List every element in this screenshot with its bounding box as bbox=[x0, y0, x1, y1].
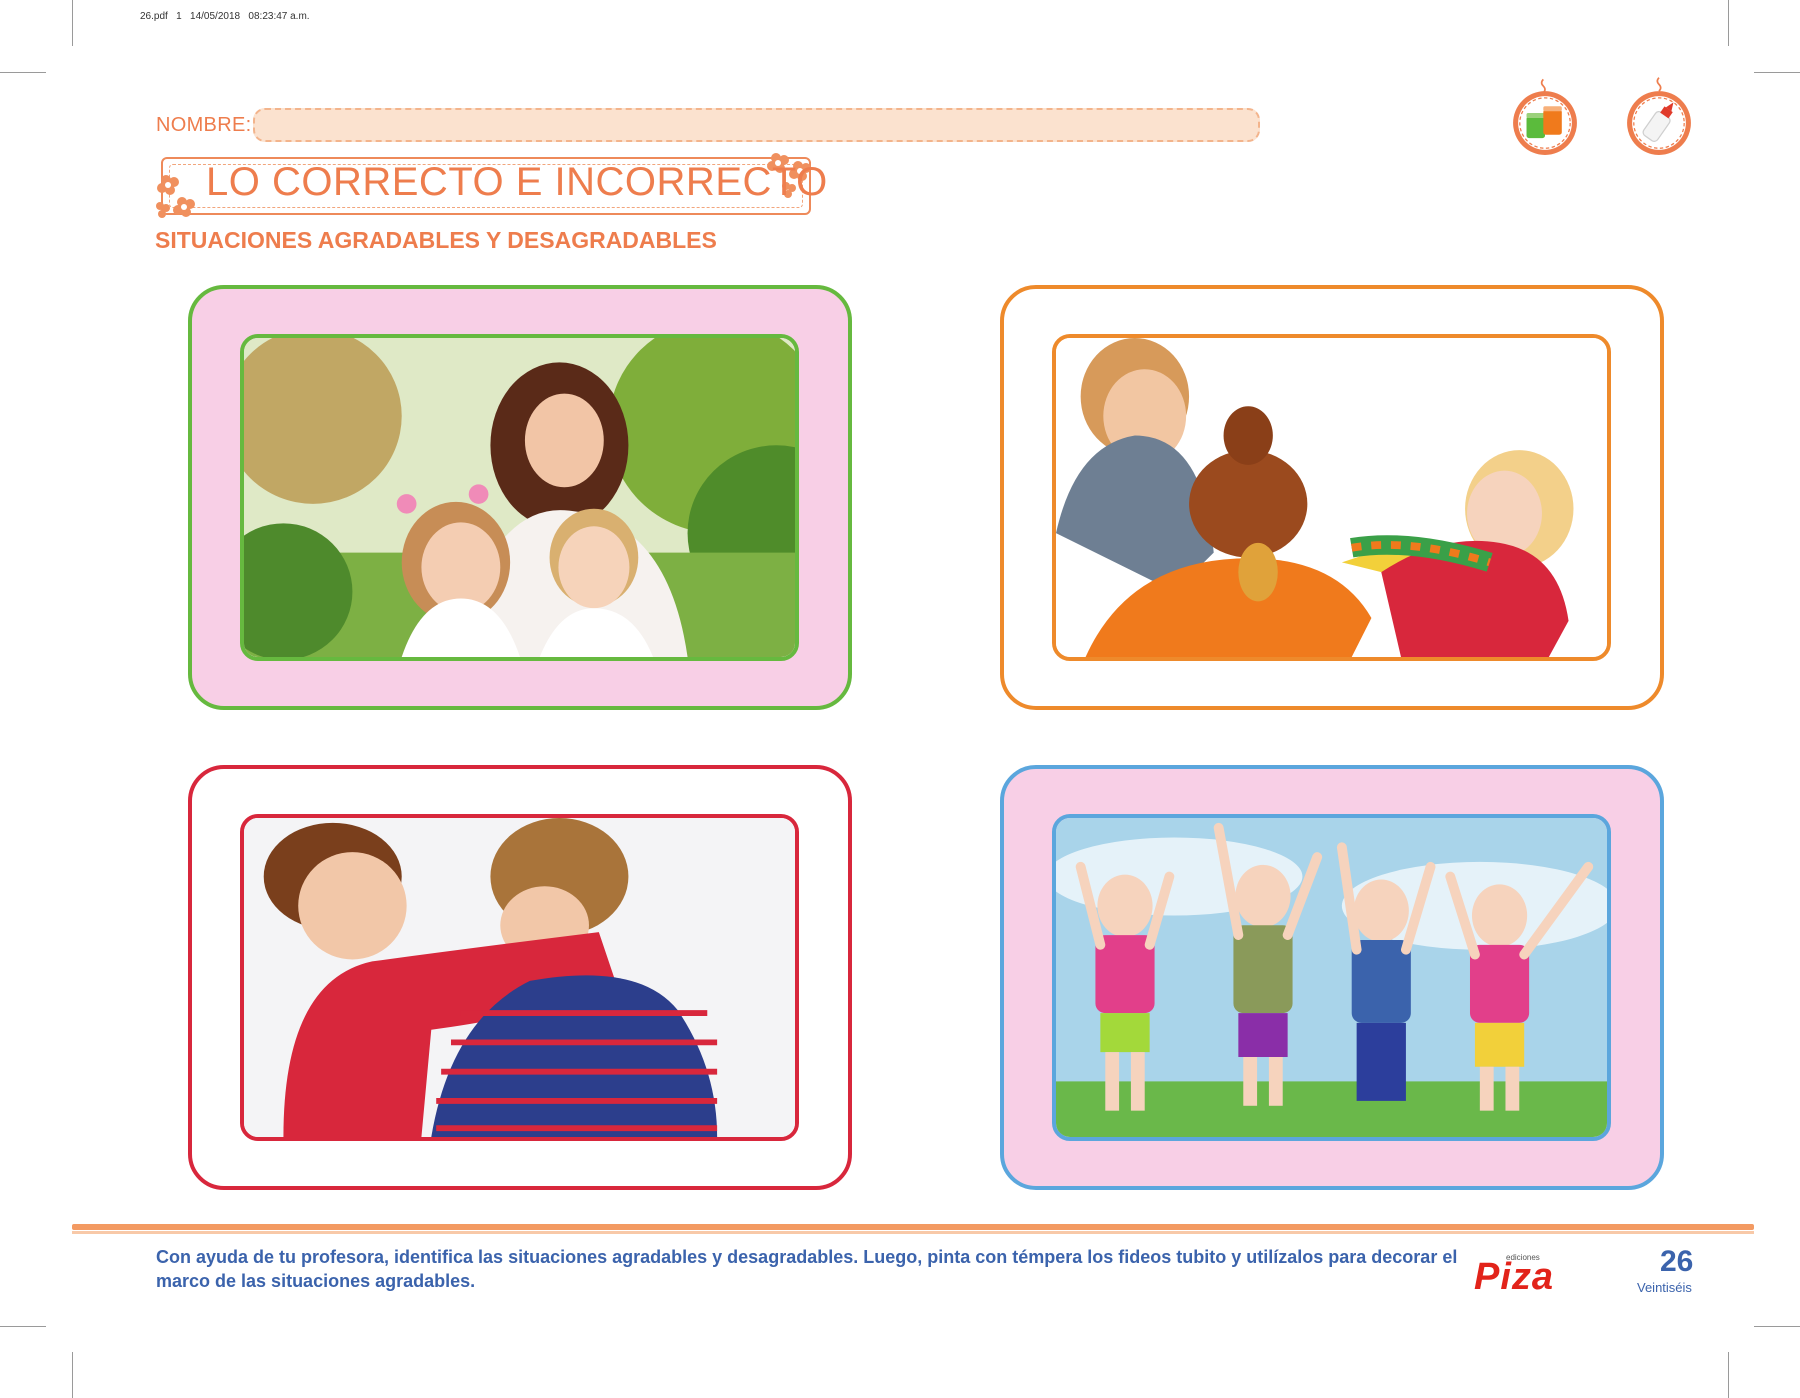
page-subtitle: SITUACIONES AGRADABLES Y DESAGRADABLES bbox=[155, 227, 717, 253]
page-number-word: Veintiséis bbox=[1637, 1280, 1692, 1295]
mother-with-two-children-photo bbox=[240, 334, 799, 661]
publisher-logo: Piza bbox=[1474, 1256, 1555, 1298]
flower-decoration-left bbox=[156, 175, 195, 218]
glue-bottle-icon bbox=[1627, 77, 1691, 155]
crop-mark bbox=[72, 1352, 73, 1398]
instructions-text: Con ayuda de tu profesora, identifica la… bbox=[156, 1247, 1458, 1291]
crop-mark bbox=[72, 0, 73, 46]
tempera-paint-jars-icon bbox=[1513, 78, 1577, 155]
name-field[interactable] bbox=[253, 108, 1260, 142]
footer-divider-shadow bbox=[72, 1231, 1754, 1234]
crop-mark bbox=[0, 1326, 46, 1327]
crop-mark bbox=[1728, 1352, 1729, 1398]
children-fighting-over-teddy-photo bbox=[1052, 334, 1611, 661]
crop-mark bbox=[1754, 1326, 1800, 1327]
two-boys-fighting-photo bbox=[240, 814, 799, 1141]
crop-mark bbox=[1728, 0, 1729, 46]
page-title: LO CORRECTO E INCORRECTO bbox=[206, 160, 828, 204]
print-info: 26.pdf 1 14/05/2018 08:23:47 a.m. bbox=[140, 11, 310, 22]
footer-divider bbox=[72, 1224, 1754, 1230]
crop-mark bbox=[1754, 72, 1800, 73]
name-label: NOMBRE: bbox=[156, 114, 252, 136]
page-number: 26 bbox=[1660, 1245, 1694, 1278]
happy-children-jumping-photo bbox=[1052, 814, 1611, 1141]
crop-mark bbox=[0, 72, 46, 73]
